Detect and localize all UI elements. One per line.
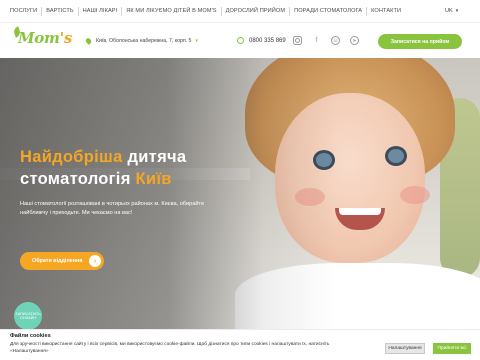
choose-branch-button[interactable]: Обрати відділення › <box>20 252 104 270</box>
book-appointment-button[interactable]: Записатися на прийом <box>378 34 462 49</box>
phone-icon <box>237 37 244 44</box>
hero-title-accent-2: Київ <box>135 170 172 188</box>
hero-subtitle: Наші стоматології розташовані в чотирьох… <box>20 201 205 216</box>
address-selector[interactable]: Київ, Оболонська набережна, 7, корп. 5 ▾ <box>84 37 198 45</box>
social-links: f ☏ ➤ <box>293 36 369 45</box>
nav-item-contacts[interactable]: КОНТАКТИ <box>367 0 405 22</box>
language-label: UK <box>445 8 453 14</box>
chevron-down-icon: ▾ <box>195 38 198 44</box>
nav-item-doctors[interactable]: НАШІ ЛІКАРІ <box>79 0 122 22</box>
viber-icon[interactable]: ☏ <box>331 36 340 45</box>
chevron-down-icon: ▾ <box>455 8 459 14</box>
hero-title: Найдобріша дитяча стоматологія Київ <box>20 146 250 190</box>
hero-title-word-1: дитяча <box>127 148 187 166</box>
location-pin-icon <box>84 37 93 45</box>
address-text: Київ, Оболонська набережна, 7, корп. 5 <box>96 38 192 44</box>
nav-item-dentist-tips[interactable]: ПОРАДИ СТОМАТОЛОГА <box>290 0 366 22</box>
phone-number: 0800 335 869 <box>249 37 286 44</box>
arrow-right-icon: › <box>89 255 101 267</box>
nav-item-prices[interactable]: ВАРТІСТЬ <box>42 0 77 22</box>
top-navigation: ПОСЛУГИ ВАРТІСТЬ НАШІ ЛІКАРІ ЯК МИ ЛІКУЄ… <box>0 0 480 22</box>
hero-title-word-2: стоматологія <box>20 170 136 188</box>
instagram-icon[interactable] <box>293 36 302 45</box>
logo[interactable]: Mom's <box>18 29 72 47</box>
nav-item-adult-care[interactable]: ДОРОСЛИЙ ПРИЙОМ <box>222 0 290 22</box>
hero-overlay <box>0 58 480 329</box>
nav-item-how-we-treat[interactable]: ЯК МИ ЛІКУЄМО ДІТЕЙ В MOM'S <box>122 0 220 22</box>
facebook-icon[interactable]: f <box>312 36 321 45</box>
cookie-text: Для зручності використання сайту і всіх … <box>10 342 330 354</box>
cookie-title: Файли cookies <box>10 333 51 339</box>
telegram-icon[interactable]: ➤ <box>350 36 359 45</box>
phone-link[interactable]: 0800 335 869 <box>237 37 286 44</box>
choose-branch-label: Обрати відділення <box>32 258 83 264</box>
site-header: Mom's Київ, Оболонська набережна, 7, кор… <box>0 22 480 58</box>
logo-apostrophe: 's <box>59 29 73 47</box>
cookie-banner: Файли cookies Для зручності використання… <box>0 329 480 360</box>
online-booking-bubble[interactable]: ЗАПИСАТИСЬ ОНЛАЙН <box>14 302 42 330</box>
nav-item-services[interactable]: ПОСЛУГИ <box>6 0 41 22</box>
cookie-settings-button[interactable]: Налаштування <box>385 343 425 354</box>
cookie-accept-button[interactable]: Прийняти всі <box>433 343 471 354</box>
hero-section: Найдобріша дитяча стоматологія Київ Наші… <box>0 58 480 329</box>
language-selector[interactable]: UK ▾ <box>445 0 458 22</box>
hero-title-accent-1: Найдобріша <box>20 148 128 166</box>
logo-text: Mom <box>18 29 60 47</box>
